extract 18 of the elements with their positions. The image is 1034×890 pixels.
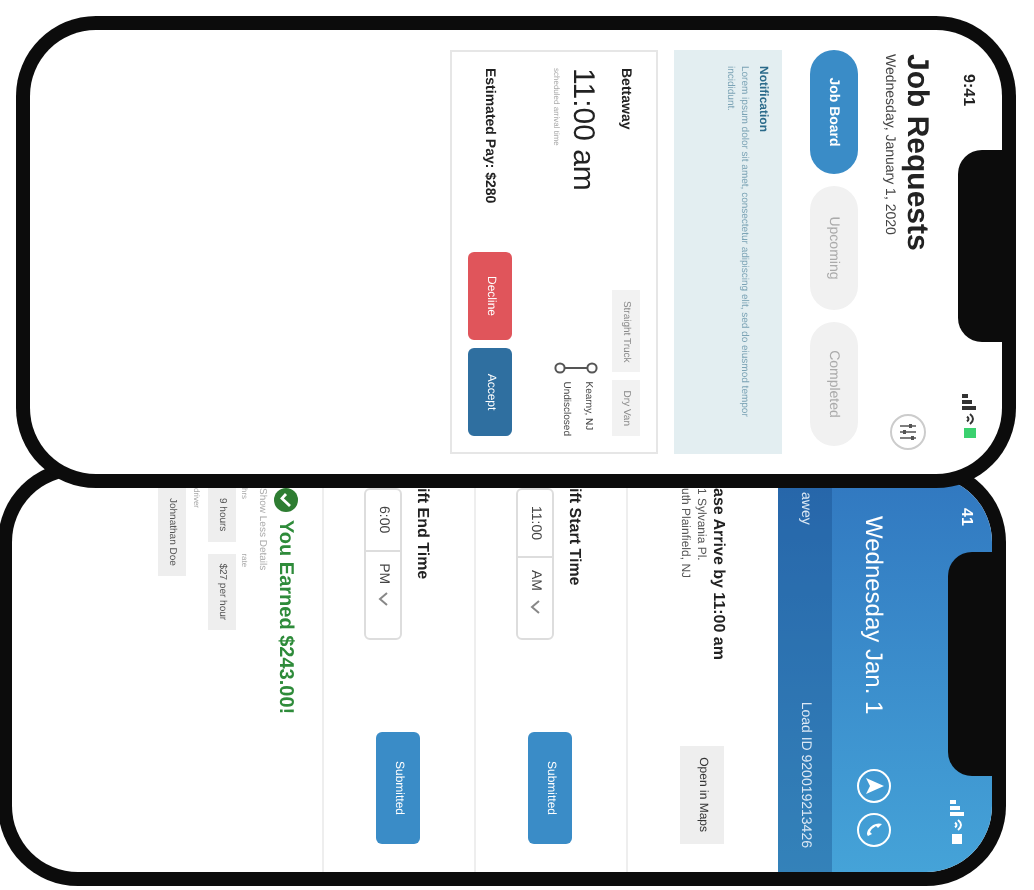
section-heading: ase Arrive by 11:00 am [710, 488, 728, 660]
status-time: 9:41 [961, 74, 979, 107]
phone-icon[interactable] [856, 812, 892, 848]
check-circle-icon [274, 488, 298, 512]
chevron-down-icon [531, 599, 541, 613]
screen-title: Wednesday Jan. 1 [860, 516, 888, 715]
job-time: 11:00 am [566, 68, 600, 191]
screen-title: Job Requests [900, 54, 934, 251]
section-heading: ift Start Time [567, 488, 585, 590]
status-time: 41 [956, 508, 976, 526]
route-line-icon [554, 359, 598, 376]
earnings-title: You Earned $243.00! [275, 520, 297, 715]
chevron-down-icon [379, 592, 389, 607]
status-icons [962, 394, 978, 438]
section-heading: ift End Time [415, 488, 433, 584]
navigation-icon[interactable] [856, 768, 892, 804]
status-icons [950, 800, 966, 844]
filter-icon[interactable] [890, 414, 926, 450]
